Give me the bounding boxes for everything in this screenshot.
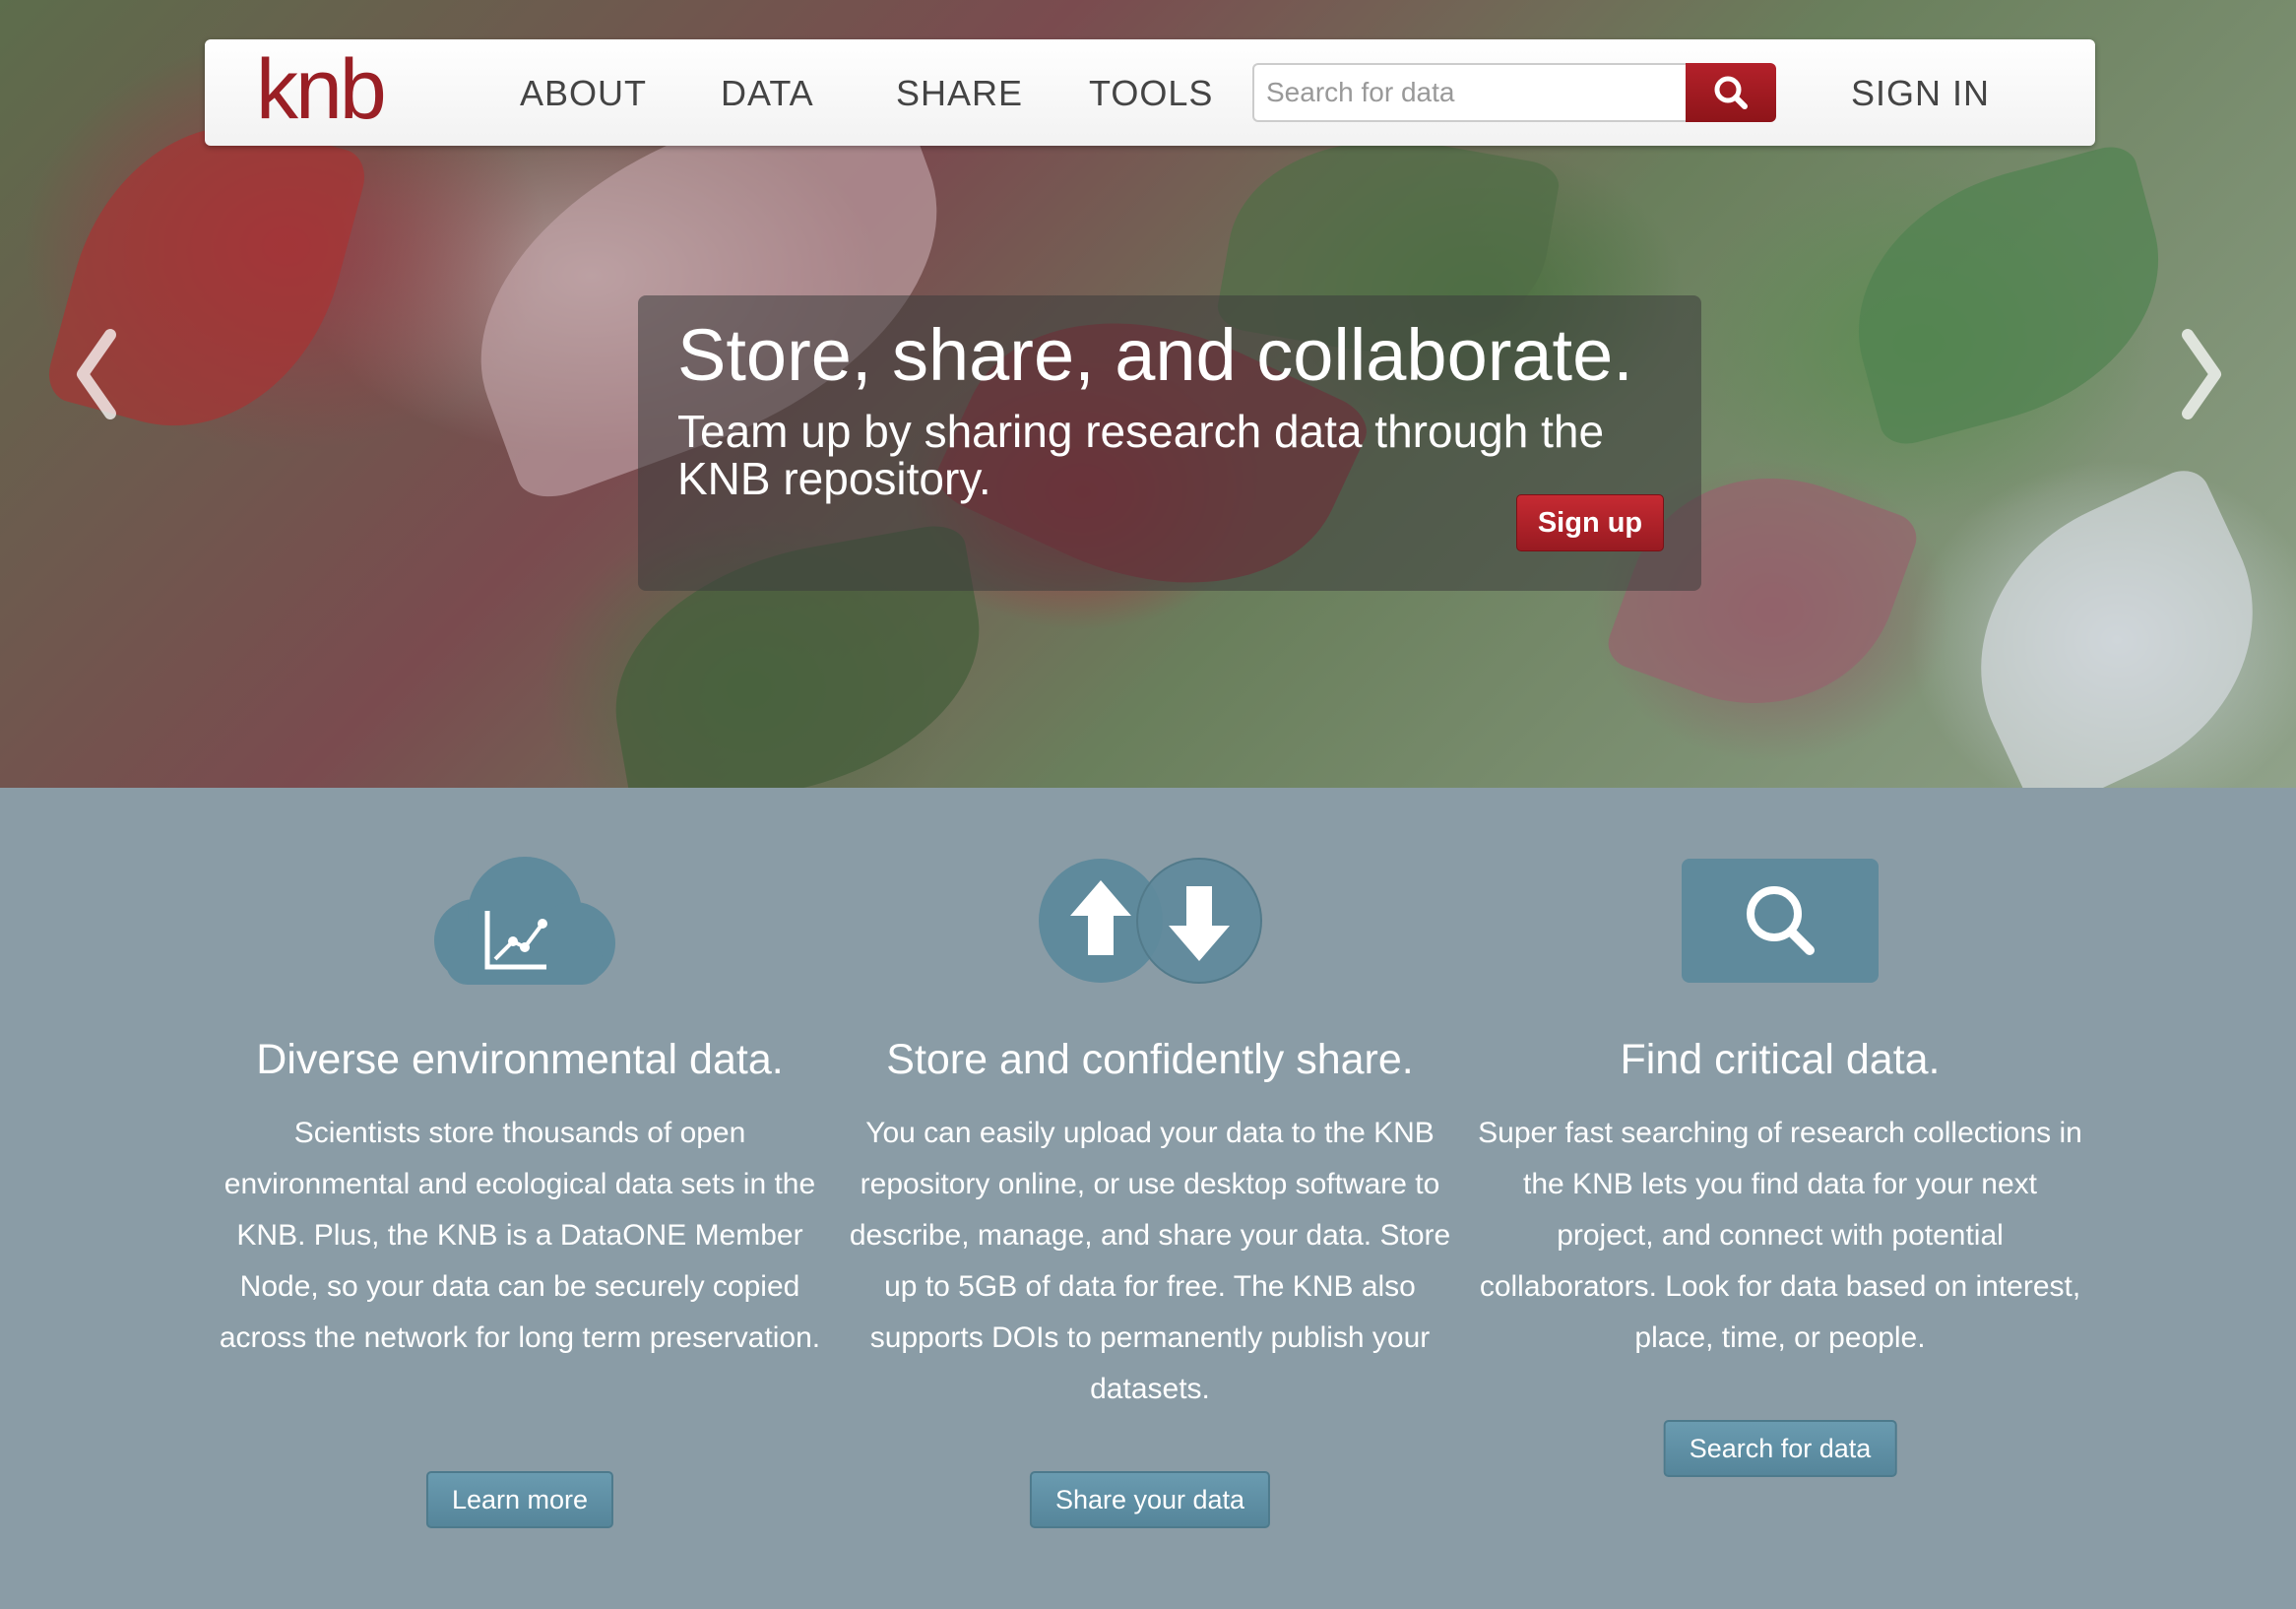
search-button[interactable] (1686, 63, 1776, 122)
chevron-right-icon (2182, 329, 2221, 419)
features-section: Diverse environmental data. Scientists s… (0, 788, 2296, 1609)
search-icon (1714, 76, 1748, 109)
feature-text: You can easily upload your data to the K… (849, 1117, 1451, 1405)
feature-text: Scientists store thousands of open envir… (219, 1117, 821, 1354)
navbar: knb ABOUT DATA SHARE TOOLS SIGN IN (205, 39, 2095, 146)
feature-title: Diverse environmental data. (256, 1036, 784, 1083)
carousel-next-button[interactable] (2170, 315, 2229, 433)
chevron-left-icon (77, 329, 116, 419)
feature-title: Store and confidently share. (886, 1036, 1414, 1083)
nav-item-about[interactable]: ABOUT (520, 73, 647, 114)
search-for-data-button[interactable]: Search for data (1663, 1420, 1897, 1477)
hero-subtitle: Team up by sharing research data through… (677, 406, 1605, 504)
learn-more-button[interactable]: Learn more (425, 1471, 614, 1528)
search-input[interactable] (1252, 63, 1688, 122)
search-icon (1680, 857, 1881, 990)
carousel-prev-button[interactable] (69, 315, 128, 433)
nav-item-tools[interactable]: TOOLS (1089, 73, 1213, 114)
hero-caption: Store, share, and collaborate. Team up b… (638, 295, 1701, 591)
hero-title: Store, share, and collaborate. (677, 314, 1633, 396)
signup-button[interactable]: Sign up (1516, 494, 1664, 551)
sign-in-link[interactable]: SIGN IN (1851, 73, 1990, 114)
hero-leaf (1929, 461, 2296, 788)
share-your-data-button[interactable]: Share your data (1029, 1471, 1271, 1528)
feature-title: Find critical data. (1620, 1036, 1941, 1083)
cloud-chart-icon (416, 857, 623, 990)
nav-item-data[interactable]: DATA (721, 73, 814, 114)
feature-text: Super fast searching of research collect… (1478, 1117, 2082, 1354)
knb-logo[interactable]: knb (256, 47, 387, 132)
nav-item-share[interactable]: SHARE (896, 73, 1023, 114)
upload-download-icon (1037, 857, 1263, 990)
hero-leaf (1825, 140, 2192, 451)
